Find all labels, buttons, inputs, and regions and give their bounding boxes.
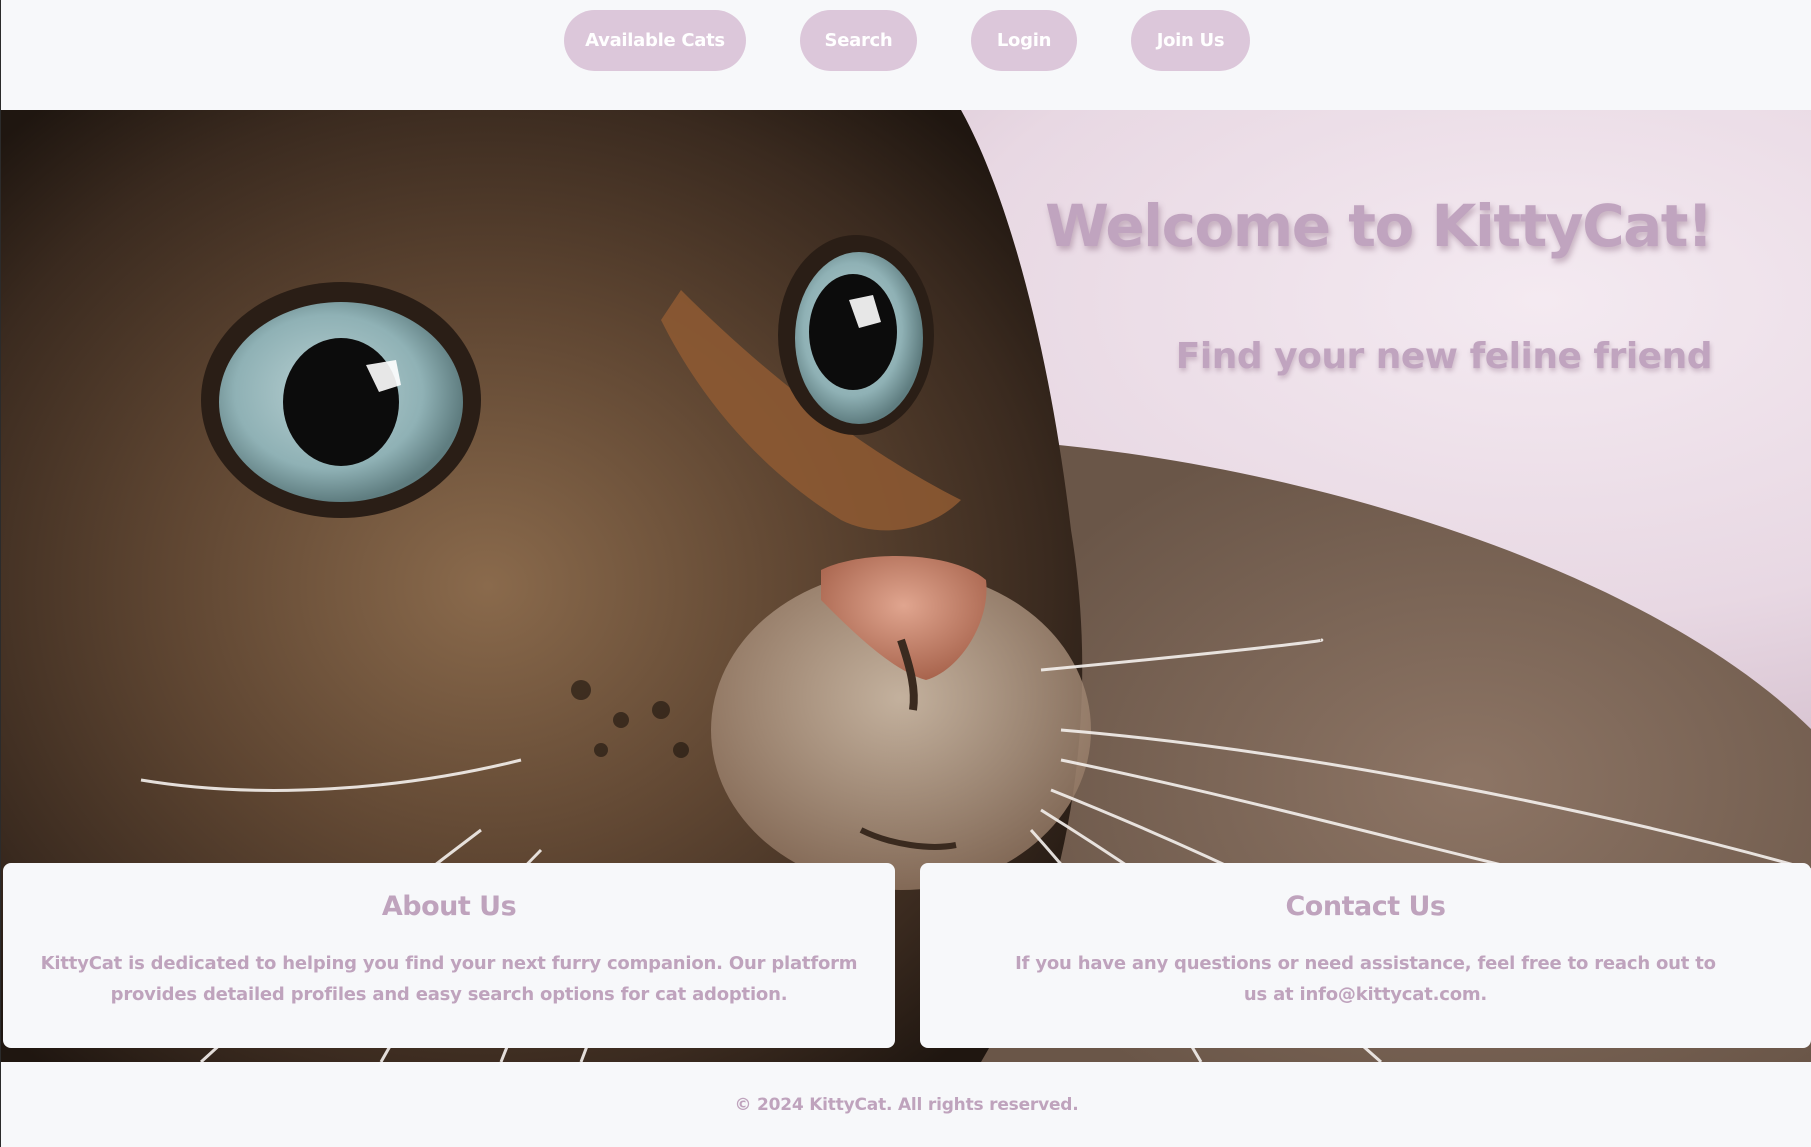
nav-login-button[interactable]: Login (971, 10, 1077, 71)
footer: © 2024 KittyCat. All rights reserved. (1, 1062, 1811, 1147)
nav-available-cats-button[interactable]: Available Cats (564, 10, 746, 71)
about-us-text: KittyCat is dedicated to helping you fin… (40, 953, 858, 1005)
hero-title: Welcome to KittyCat! (1044, 192, 1714, 260)
about-us-card: About Us KittyCat is dedicated to helpin… (3, 863, 895, 1048)
hero-subtitle: Find your new feline friend (1175, 336, 1713, 377)
page: Available Cats Search Login Join Us Welc… (0, 0, 1811, 1147)
top-navigation: Available Cats Search Login Join Us (1, 0, 1811, 110)
about-us-heading: About Us (381, 891, 517, 922)
contact-us-heading: Contact Us (1285, 891, 1446, 922)
nav-search-button[interactable]: Search (800, 10, 917, 71)
contact-us-card: Contact Us If you have any questions or … (920, 863, 1811, 1048)
footer-copyright: © 2024 KittyCat. All rights reserved. (734, 1094, 1079, 1115)
nav-join-us-button[interactable]: Join Us (1131, 10, 1250, 71)
contact-us-text: If you have any questions or need assist… (1015, 953, 1716, 1005)
